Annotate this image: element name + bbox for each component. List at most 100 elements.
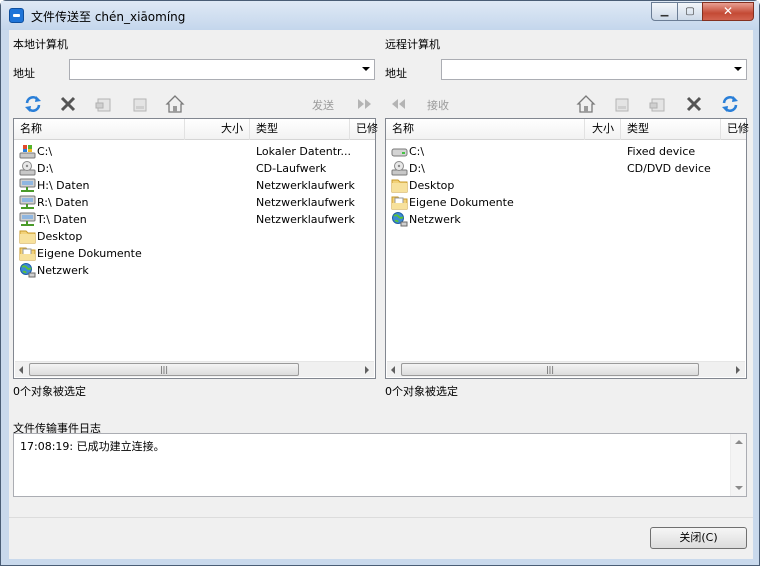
receive-label[interactable]: 接收 (427, 97, 449, 113)
file-name: C:\ (409, 145, 425, 158)
dialog-footer: 关闭(C) (9, 517, 753, 559)
scroll-right-icon[interactable] (365, 366, 369, 374)
column-type[interactable]: 类型 (621, 119, 721, 140)
local-scroll-thumb[interactable]: ||| (29, 363, 299, 376)
send-arrow-icon[interactable] (355, 94, 375, 114)
network-globe-icon (392, 212, 408, 227)
file-name: T:\ Daten (37, 213, 87, 226)
file-name: C:\ (37, 145, 53, 158)
file-type: Netzwerklaufwerk (256, 213, 355, 226)
remote-address-label: 地址 (385, 67, 407, 80)
column-size[interactable]: 大小 (185, 119, 250, 140)
scroll-left-icon[interactable] (19, 366, 23, 374)
local-list-row[interactable]: Eigene Dokumente (14, 245, 375, 262)
folder-icon (19, 230, 36, 244)
remote-list-row[interactable]: Desktop (386, 177, 746, 194)
chevron-down-icon[interactable] (362, 67, 370, 71)
remote-list-row[interactable]: Eigene Dokumente (386, 194, 746, 211)
network-drive-icon (19, 195, 36, 209)
documents-folder-icon (391, 196, 408, 210)
column-type[interactable]: 类型 (250, 119, 350, 140)
send-label[interactable]: 发送 (312, 97, 334, 113)
teamviewer-app-icon (9, 8, 24, 23)
rename-icon[interactable] (130, 94, 150, 114)
chevron-down-icon[interactable] (734, 67, 742, 71)
windows-drive-icon (19, 145, 36, 159)
remote-horizontal-scrollbar[interactable]: ||| (387, 361, 745, 377)
scroll-up-icon[interactable] (735, 440, 743, 444)
network-globe-icon (20, 263, 36, 278)
file-name: H:\ Daten (37, 179, 90, 192)
new-folder-icon[interactable] (648, 94, 668, 114)
remote-scroll-thumb[interactable]: ||| (401, 363, 699, 376)
local-address-label: 地址 (13, 67, 35, 80)
remote-list-row[interactable]: Netzwerk (386, 211, 746, 228)
file-name: D:\ (37, 162, 53, 175)
local-status: 0个对象被选定 (13, 385, 86, 398)
close-button[interactable]: 关闭(C) (650, 527, 747, 549)
maximize-icon: ▢ (685, 6, 695, 17)
close-icon: ✕ (722, 4, 734, 18)
file-type: Netzwerklaufwerk (256, 196, 355, 209)
minimize-button[interactable]: ▁ (651, 2, 678, 21)
remote-computer-heading: 远程计算机 (385, 38, 440, 51)
remote-status: 0个对象被选定 (385, 385, 458, 398)
local-list-row[interactable]: R:\ Daten Netzwerklaufwerk (14, 194, 375, 211)
remote-address-combo[interactable] (441, 59, 747, 80)
local-list-row[interactable]: D:\ CD-Laufwerk (14, 160, 375, 177)
local-list-row[interactable]: H:\ Daten Netzwerklaufwerk (14, 177, 375, 194)
file-name: Eigene Dokumente (37, 247, 142, 260)
remote-file-list[interactable]: 名称 大小 类型 已修 C:\ Fixed device D:\ CD/DVD dev… (385, 118, 749, 379)
local-list-row[interactable]: Netzwerk (14, 262, 375, 279)
delete-icon[interactable] (58, 94, 78, 114)
local-file-list[interactable]: 名称 大小 类型 已修 C:\ Lokaler Datentr... D:\ CD-L… (13, 118, 378, 379)
network-drive-icon (19, 212, 36, 226)
file-name: D:\ (409, 162, 425, 175)
rename-icon[interactable] (612, 94, 632, 114)
local-list-row[interactable]: T:\ Daten Netzwerklaufwerk (14, 211, 375, 228)
maximize-button[interactable]: ▢ (677, 2, 703, 21)
scroll-down-icon[interactable] (735, 486, 743, 490)
refresh-icon[interactable] (23, 94, 43, 114)
documents-folder-icon (19, 247, 36, 261)
delete-icon[interactable] (684, 94, 704, 114)
remote-list-row[interactable]: D:\ CD/DVD device (386, 160, 746, 177)
cd-drive-icon (19, 161, 36, 176)
column-modified[interactable]: 已修 (721, 119, 749, 140)
file-type: Fixed device (627, 145, 696, 158)
receive-arrow-icon[interactable] (388, 94, 408, 114)
scroll-right-icon[interactable] (736, 366, 740, 374)
event-log[interactable]: 17:08:19: 已成功建立连接。 (13, 433, 747, 497)
column-modified[interactable]: 已修 (350, 119, 378, 140)
local-horizontal-scrollbar[interactable]: ||| (15, 361, 374, 377)
column-name[interactable]: 名称 (14, 119, 185, 140)
client-area: 本地计算机 地址 发送 名称 大小 类型 已修 C:\ Lokaler Date… (9, 30, 753, 517)
file-name: Desktop (37, 230, 83, 243)
title-bar[interactable]: 文件传送至 chén_xiāomíng ▁ ▢ ✕ (1, 1, 759, 30)
local-list-row[interactable]: C:\ Lokaler Datentr... (14, 143, 375, 160)
file-type: CD-Laufwerk (256, 162, 327, 175)
hard-drive-icon (391, 148, 408, 157)
file-name: R:\ Daten (37, 196, 89, 209)
file-name: Desktop (409, 179, 455, 192)
local-computer-heading: 本地计算机 (13, 38, 68, 51)
log-vertical-scrollbar[interactable] (730, 434, 746, 496)
column-name[interactable]: 名称 (386, 119, 585, 140)
log-entry: 17:08:19: 已成功建立连接。 (20, 440, 165, 453)
local-address-combo[interactable] (69, 59, 375, 80)
close-window-button[interactable]: ✕ (702, 2, 754, 21)
local-list-header: 名称 大小 类型 已修 (14, 119, 378, 140)
column-size[interactable]: 大小 (585, 119, 621, 140)
grip-icon: ||| (159, 365, 169, 374)
home-icon[interactable] (576, 94, 596, 114)
scroll-left-icon[interactable] (391, 366, 395, 374)
folder-icon (391, 179, 408, 193)
minimize-icon: ▁ (660, 6, 669, 17)
local-list-row[interactable]: Desktop (14, 228, 375, 245)
home-icon[interactable] (165, 94, 185, 114)
file-type: Lokaler Datentr... (256, 145, 352, 158)
file-transfer-window: 文件传送至 chén_xiāomíng ▁ ▢ ✕ 本地计算机 地址 发送 名称… (0, 0, 760, 566)
remote-list-row[interactable]: C:\ Fixed device (386, 143, 746, 160)
new-folder-icon[interactable] (94, 94, 114, 114)
refresh-icon[interactable] (720, 94, 740, 114)
